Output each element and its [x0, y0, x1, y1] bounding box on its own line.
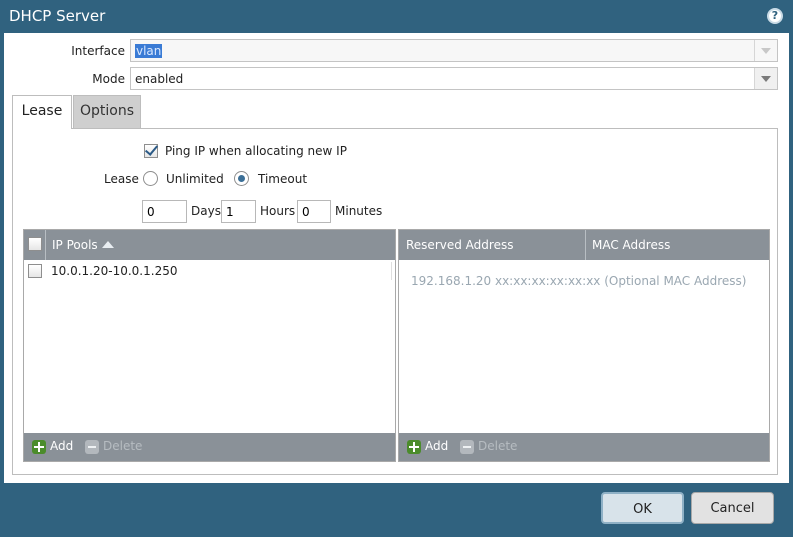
mode-combo[interactable]: enabled: [130, 67, 778, 90]
ip-pools-header: IP Pools: [24, 230, 395, 260]
add-icon[interactable]: [407, 440, 421, 454]
days-input[interactable]: [142, 200, 187, 223]
delete-icon: [460, 440, 474, 454]
ping-ip-label: Ping IP when allocating new IP: [165, 144, 347, 158]
interface-value: vlan: [135, 44, 163, 58]
mac-address-column-header[interactable]: MAC Address: [592, 238, 670, 252]
reserved-placeholder: 192.168.1.20 xx:xx:xx:xx:xx:xx (Optional…: [411, 274, 747, 288]
help-glyph: ?: [771, 9, 779, 22]
ip-pool-row[interactable]: 10.0.1.20-10.0.1.250: [51, 264, 177, 278]
ip-pool-row-checkbox[interactable]: [28, 264, 42, 278]
timeout-label: Timeout: [258, 172, 308, 186]
dialog-titlebar: DHCP Server ?: [0, 0, 793, 33]
reserved-address-column-header[interactable]: Reserved Address: [406, 238, 513, 252]
help-icon[interactable]: ?: [767, 8, 783, 24]
delete-icon: [85, 440, 99, 454]
minutes-input[interactable]: [297, 200, 331, 223]
minutes-label: Minutes: [335, 204, 383, 218]
timeout-radio[interactable]: [234, 171, 249, 186]
column-separator: [585, 230, 586, 260]
unlimited-label: Unlimited: [166, 172, 224, 186]
reserved-add-button[interactable]: Add: [425, 439, 448, 453]
cancel-button[interactable]: Cancel: [691, 492, 774, 524]
hours-input[interactable]: [221, 200, 256, 223]
ip-pools-delete-button: Delete: [103, 439, 143, 453]
lease-label: Lease: [104, 172, 139, 186]
ip-pools-column-header[interactable]: IP Pools: [52, 238, 114, 252]
reserved-footer: Add Delete: [399, 433, 769, 461]
reserved-delete-button: Delete: [478, 439, 518, 453]
mode-value: enabled: [135, 72, 184, 86]
tab-options[interactable]: Options: [73, 95, 141, 128]
mode-label: Mode: [92, 72, 125, 86]
ip-pools-add-button[interactable]: Add: [50, 439, 73, 453]
days-label: Days: [191, 204, 221, 218]
interface-dropdown-icon[interactable]: [754, 40, 777, 61]
dialog-body: Interface vlan Mode enabled Lease Option…: [4, 33, 789, 483]
select-all-checkbox[interactable]: [28, 237, 42, 251]
interface-combo[interactable]: vlan: [130, 39, 778, 62]
reserved-address-grid: Reserved Address MAC Address 192.168.1.2…: [398, 229, 770, 462]
unlimited-radio[interactable]: [143, 171, 158, 186]
hours-label: Hours: [260, 204, 296, 218]
ping-ip-checkbox[interactable]: [144, 144, 158, 158]
lease-tab-panel: Ping IP when allocating new IP Lease Unl…: [12, 128, 778, 475]
sort-ascending-icon: [101, 241, 114, 248]
dialog-title: DHCP Server: [9, 7, 106, 25]
interface-label: Interface: [71, 44, 125, 58]
ip-pools-footer: Add Delete: [24, 433, 395, 461]
row-resize-handle: [391, 262, 392, 280]
ip-pools-grid: IP Pools 10.0.1.20-10.0.1.250 Add Delete: [23, 229, 396, 462]
ok-button[interactable]: OK: [601, 492, 684, 524]
mode-dropdown-icon[interactable]: [754, 68, 777, 89]
column-separator: [45, 230, 46, 260]
ip-pools-column-label: IP Pools: [52, 238, 98, 252]
add-icon[interactable]: [32, 440, 46, 454]
tab-lease[interactable]: Lease: [12, 95, 72, 129]
reserved-header: Reserved Address MAC Address: [399, 230, 769, 260]
